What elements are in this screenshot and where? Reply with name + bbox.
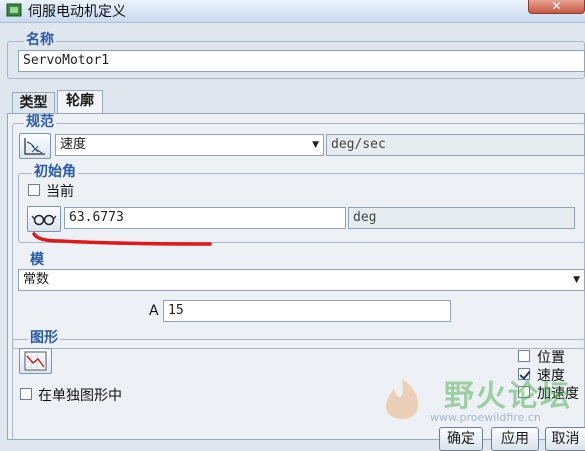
chevron-down-icon: ▼	[573, 275, 580, 285]
spec-type-value: 速度	[60, 137, 87, 152]
graph-icon	[24, 351, 47, 371]
spec-type-select[interactable]: 速度 ▼	[55, 134, 324, 156]
initial-angle-unit: deg	[348, 207, 575, 229]
red-annotation-stroke	[32, 232, 212, 246]
current-label: 当前	[46, 184, 74, 200]
window-title: 伺服电动机定义	[28, 4, 126, 20]
spec-legend: 规范	[24, 114, 56, 130]
watermark-text: 野火论坛	[444, 379, 572, 414]
spec-graph-icon	[24, 138, 45, 155]
app-icon	[6, 3, 22, 17]
spec-graph-button[interactable]	[19, 133, 51, 159]
name-input[interactable]: ServoMotor1	[18, 50, 585, 72]
single-graph-label: 在单独图形中	[38, 388, 122, 404]
single-graph-checkbox[interactable]	[20, 388, 32, 400]
watermark-logo-icon	[385, 379, 419, 419]
mode-legend: 模	[28, 252, 46, 268]
spec-unit: deg/sec	[326, 134, 585, 156]
apply-button[interactable]: 应用	[491, 427, 539, 451]
cancel-button[interactable]: 取消	[545, 427, 585, 451]
param-a-label: A	[149, 303, 159, 319]
position-label: 位置	[537, 350, 565, 366]
initial-angle-input[interactable]: 63.6773	[64, 207, 346, 229]
chevron-down-icon: ▼	[312, 140, 319, 150]
current-checkbox[interactable]	[28, 184, 40, 196]
dialog-body: 名称 ServoMotor1 类型 轮廓 规范 速度 ▼ deg/sec 初始角…	[0, 22, 585, 451]
ok-button[interactable]: 确定	[439, 427, 483, 451]
mode-value: 常数	[23, 272, 50, 287]
close-button[interactable]: ✕	[528, 0, 585, 14]
graph-button[interactable]	[19, 348, 52, 374]
initial-angle-legend: 初始角	[32, 164, 78, 180]
mode-select[interactable]: 常数 ▼	[18, 269, 585, 291]
position-checkbox[interactable]	[518, 350, 530, 362]
close-icon: ✕	[551, 0, 562, 13]
title-bar[interactable]: 伺服电动机定义 ✕	[0, 0, 585, 22]
watermark-url: www.proewildfire.cn	[430, 411, 541, 424]
name-legend: 名称	[24, 32, 56, 48]
tab-profile[interactable]: 轮廓	[57, 90, 103, 114]
tab-type[interactable]: 类型	[12, 92, 55, 114]
param-a-input[interactable]: 15	[163, 300, 451, 322]
graph-legend: 图形	[28, 330, 60, 346]
